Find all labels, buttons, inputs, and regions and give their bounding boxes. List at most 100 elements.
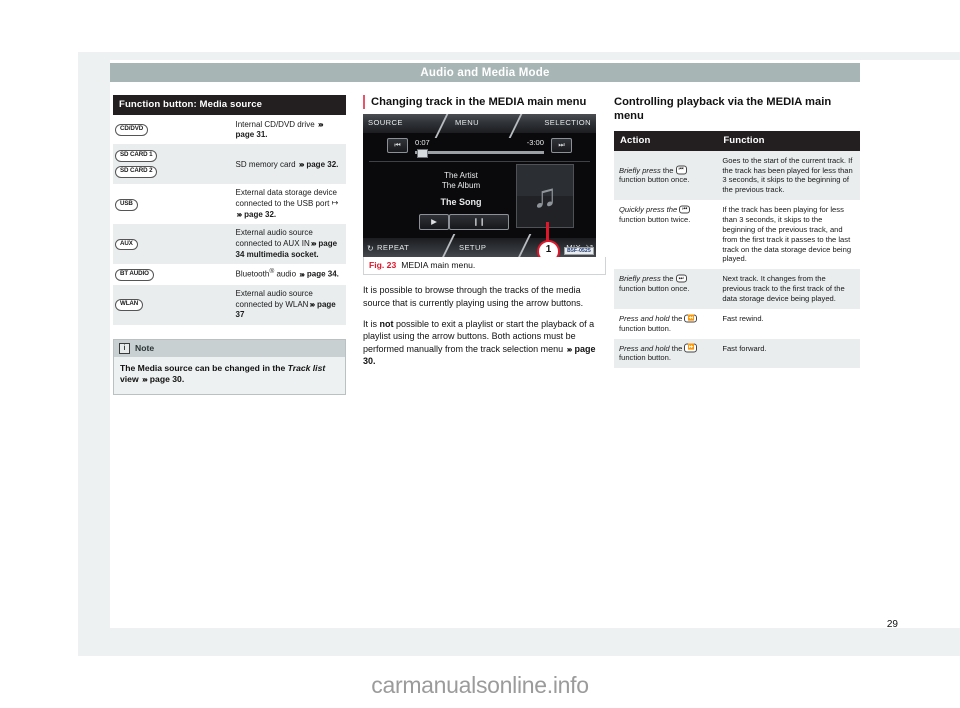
figure-number: Fig. 23: [369, 260, 397, 271]
mmi-bottom-separator-right: [516, 234, 531, 258]
running-header: Audio and Media Mode: [110, 63, 860, 82]
progress-bar[interactable]: [415, 149, 544, 159]
mmi-tab-menu[interactable]: MENU: [455, 118, 479, 127]
skip-previous-icon: ⏮: [675, 165, 687, 175]
action-emphasis: Quickly press the: [619, 205, 678, 215]
time-elapsed: 0:07: [415, 138, 430, 148]
function-cell: Goes to the start of the current track. …: [717, 150, 860, 201]
keycap-bt-audio: BT AUDIO: [115, 268, 154, 281]
section-heading-controlling-playback: Controlling playback via the MEDIA main …: [614, 96, 832, 123]
page-ref-label: page 30.: [147, 373, 185, 384]
track-title: The Song: [440, 197, 482, 208]
table-row: SD CARD 1 SD CARD 2 SD memory card ››› p…: [113, 144, 346, 185]
music-note-icon: ♫: [532, 177, 558, 215]
desc-text: Bluetooth: [235, 270, 270, 280]
track-artist: The Artist: [444, 171, 478, 181]
note-body: The Media source can be changed in the T…: [114, 356, 345, 395]
page-ref-label: page 34.: [304, 270, 339, 280]
row-desc-cell: External data storage device connected t…: [229, 184, 346, 225]
keycap-sd-card-2: SD CARD 2: [115, 166, 158, 179]
action-mid: the: [660, 165, 676, 175]
note-text-italic: Track list: [287, 362, 326, 373]
function-cell: Fast rewind.: [717, 308, 860, 339]
pause-button[interactable]: ❙❙: [449, 214, 509, 231]
mmi-bottom-separator-left: [440, 234, 455, 258]
table-row: CD/DVD Internal CD/DVD drive ››› page 31…: [113, 115, 346, 145]
column-header-function: Function: [717, 130, 860, 151]
paragraph-playlist-limits: It is not possible to exit a playlist or…: [363, 318, 596, 368]
action-post: function button.: [619, 353, 671, 363]
progress-knob[interactable]: [417, 149, 428, 159]
scan-button[interactable]: ▶: [419, 214, 449, 231]
action-cell: Quickly press the ⏮ function button twic…: [614, 200, 718, 270]
note-text-pre: The Media source can be changed in the: [120, 362, 288, 373]
mmi-tab-repeat[interactable]: REPEAT: [377, 243, 409, 252]
desc-text-mid: audio: [274, 270, 299, 280]
function-cell: Fast forward.: [717, 338, 860, 369]
mmi-tab-source[interactable]: SOURCE: [368, 118, 403, 127]
table-row: USB External data storage device connect…: [113, 184, 346, 225]
column-middle: Changing track in the MEDIA main menu SO…: [363, 95, 606, 368]
page-ref-arrows: ›››: [317, 119, 324, 129]
figure-image-code: B5F-0525: [564, 247, 594, 256]
desc-text: Internal CD/DVD drive: [235, 120, 317, 129]
album-cover-art: ♫: [516, 164, 574, 229]
mmi-bottom-bar: ↻ REPEAT SETUP MIX ⤨: [363, 234, 596, 258]
row-key-cell: CD/DVD: [113, 115, 230, 145]
row-desc-cell: SD memory card ››› page 32.: [229, 144, 346, 185]
function-cell: If the track has been playing for less t…: [717, 200, 860, 270]
table-row: WLAN External audio source connected by …: [113, 284, 346, 325]
row-key-cell: USB: [113, 184, 230, 225]
section-heading-changing-track: Changing track in the MEDIA main menu: [363, 95, 596, 110]
figure-media-main-menu: SOURCE MENU SELECTION ⏮ 0:07 -3:00 ⏭ The…: [363, 114, 606, 276]
table-header-row: Action Function: [614, 130, 860, 151]
para2-bold: not: [379, 318, 394, 329]
action-post: function button once.: [619, 284, 690, 294]
action-mid: the: [660, 274, 676, 284]
repeat-icon[interactable]: ↻: [367, 244, 374, 253]
mmi-top-bar: SOURCE MENU SELECTION: [363, 114, 596, 139]
callout-badge-1: 1: [537, 240, 560, 258]
row-desc-cell: Bluetooth® audio ››› page 34.: [229, 263, 346, 285]
figure-caption: Fig. 23 MEDIA main menu.: [363, 257, 606, 276]
action-mid: the: [669, 343, 685, 353]
action-post: function button.: [619, 323, 671, 333]
table-row: Press and hold the ⏩ function button. Fa…: [614, 338, 860, 369]
mmi-tab-setup[interactable]: SETUP: [459, 243, 486, 252]
skip-previous-icon[interactable]: ⏮: [387, 138, 408, 154]
mmi-tab-selection[interactable]: SELECTION: [544, 118, 591, 127]
row-desc-cell: Internal CD/DVD drive ››› page 31.: [229, 115, 346, 145]
media-source-table: Function button: Media source CD/DVD Int…: [113, 95, 346, 325]
page-number: 29: [886, 619, 898, 630]
mmi-divider: [369, 161, 590, 163]
note-box: i Note The Media source can be changed i…: [113, 338, 346, 396]
action-emphasis: Press and hold: [619, 313, 670, 323]
note-label: Note: [135, 343, 155, 354]
keycap-sd-card-1: SD CARD 1: [115, 150, 158, 163]
column-left: Function button: Media source CD/DVD Int…: [113, 95, 346, 396]
action-post: function button once.: [619, 175, 690, 185]
action-emphasis: Briefly press: [619, 165, 661, 175]
table-row: Press and hold the ⏪ function button. Fa…: [614, 308, 860, 339]
mmi-top-separator-right: [508, 114, 523, 139]
skip-next-icon: ⏭: [675, 274, 687, 283]
info-icon: i: [119, 342, 130, 354]
fast-rewind-icon: ⏪: [684, 314, 698, 323]
row-desc-cell: External audio source connected to AUX I…: [229, 224, 346, 264]
column-header-action: Action: [614, 130, 718, 151]
keycap-wlan: WLAN: [115, 299, 144, 312]
column-right: Controlling playback via the MEDIA main …: [614, 95, 860, 369]
time-remaining: -3:00: [526, 138, 544, 148]
skip-next-icon[interactable]: ⏭: [551, 138, 572, 154]
note-header: i Note: [114, 339, 345, 357]
keycap-usb: USB: [115, 198, 138, 211]
action-emphasis: Press and hold: [619, 343, 670, 353]
skip-previous-icon: ⏮: [679, 205, 691, 214]
table-row: Quickly press the ⏮ function button twic…: [614, 200, 860, 270]
function-cell: Next track. It changes from the previous…: [717, 269, 860, 309]
table-row: Briefly press the ⏮ function button once…: [614, 150, 860, 201]
action-cell: Briefly press the ⏭ function button once…: [614, 269, 718, 309]
paragraph-browse-tracks: It is possible to browse through the tra…: [363, 285, 584, 308]
page-ref-label: page 32.: [304, 159, 339, 169]
mmi-screenshot: SOURCE MENU SELECTION ⏮ 0:07 -3:00 ⏭ The…: [363, 114, 596, 258]
